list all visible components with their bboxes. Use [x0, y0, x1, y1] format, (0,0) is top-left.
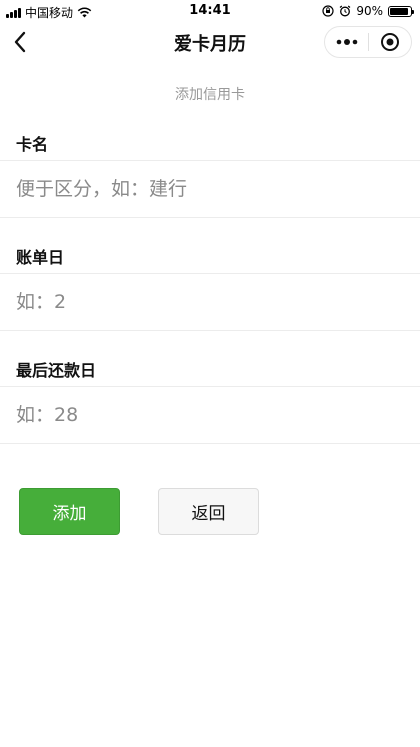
- mini-program-capsule: [324, 26, 412, 58]
- due-day-input[interactable]: [0, 387, 420, 443]
- close-button[interactable]: [369, 27, 411, 57]
- orientation-lock-icon: [322, 5, 334, 17]
- battery-fill: [390, 7, 408, 15]
- page-subtitle: 添加信用卡: [175, 87, 245, 103]
- due-day-label: 最后还款日: [16, 361, 97, 380]
- bill-day-field: [0, 273, 420, 331]
- card-name-field: [0, 160, 420, 218]
- card-name-input[interactable]: [0, 161, 420, 217]
- due-day-field: [0, 386, 420, 444]
- battery-percent: 90%: [356, 4, 383, 18]
- return-button[interactable]: 返回: [158, 488, 259, 535]
- alarm-icon: [339, 5, 351, 17]
- add-button[interactable]: 添加: [19, 488, 120, 535]
- more-dots-icon: [336, 39, 357, 45]
- navigation-bar: 爱卡月历: [0, 22, 420, 62]
- bill-day-input[interactable]: [0, 274, 420, 330]
- battery-icon: [388, 5, 414, 17]
- bill-day-label: 账单日: [16, 248, 65, 267]
- status-bar: 中国移动 14:41 90%: [0, 0, 420, 22]
- card-name-label: 卡名: [16, 135, 49, 154]
- more-button[interactable]: [325, 27, 368, 57]
- status-right: 90%: [322, 4, 414, 18]
- target-close-icon: [380, 33, 399, 51]
